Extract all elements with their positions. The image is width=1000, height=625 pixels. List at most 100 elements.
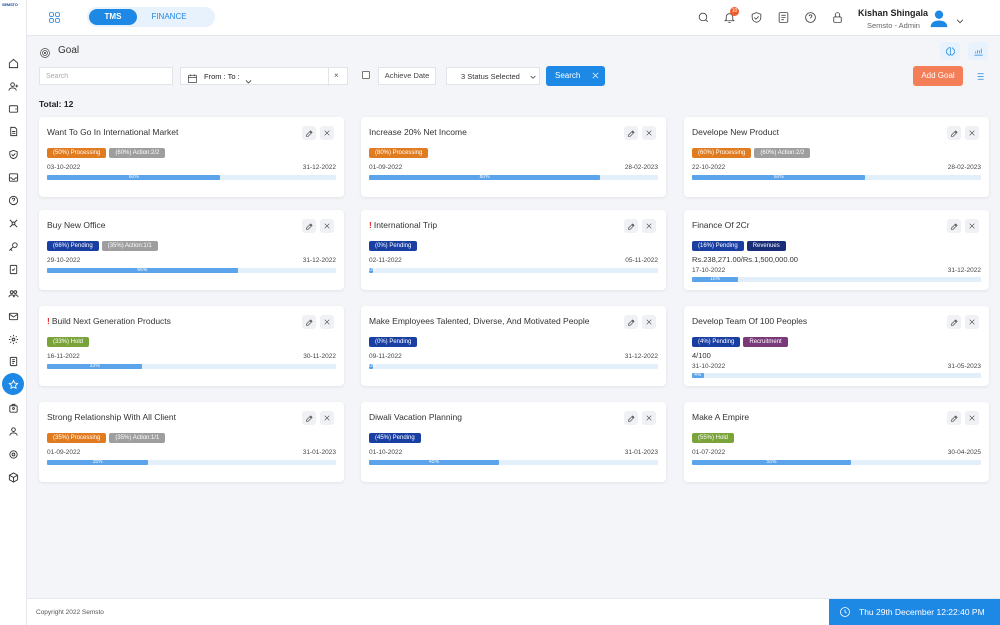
edit-icon[interactable] [947, 411, 961, 425]
goal-title[interactable]: Diwali Vacation Planning [369, 412, 462, 422]
chevron-down-icon[interactable] [955, 13, 965, 24]
bell-icon[interactable]: 10 [721, 7, 739, 25]
search-input[interactable] [39, 67, 173, 85]
goal-card[interactable]: Make Employees Talented, Diverse, And Mo… [361, 306, 666, 386]
progress-bar: 0% [369, 267, 658, 273]
settings-cog-icon[interactable] [5, 331, 21, 347]
box-icon[interactable] [5, 469, 21, 485]
edit-icon[interactable] [302, 411, 316, 425]
goal-card[interactable]: Develope New Product (60%) Processing (60%… [684, 117, 989, 197]
edit-icon[interactable] [624, 411, 638, 425]
goal-title[interactable]: Make Employees Talented, Diverse, And Mo… [369, 316, 590, 326]
search-button[interactable]: Search [546, 66, 605, 86]
start-date: 01-09-2022 [369, 164, 403, 171]
status-select[interactable]: 3 Status Selected [446, 67, 540, 85]
apps-grid-icon[interactable] [48, 11, 61, 24]
progress-label: 0% [369, 363, 377, 369]
gear-icon[interactable] [5, 446, 21, 462]
network-icon[interactable] [5, 215, 21, 231]
shield-icon[interactable] [5, 146, 21, 162]
wallet-icon[interactable] [5, 100, 21, 116]
achieve-date-checkbox[interactable] [362, 71, 370, 79]
shield-check-icon[interactable] [748, 9, 764, 25]
user-add-icon[interactable] [5, 78, 21, 94]
goal-card[interactable]: ! Build Next Generation Products (33%) Hol… [39, 306, 344, 386]
edit-icon[interactable] [947, 219, 961, 233]
edit-icon[interactable] [302, 315, 316, 329]
edit-icon[interactable] [624, 315, 638, 329]
module-tabs: TMS FINANCE [87, 7, 215, 27]
home-icon[interactable] [5, 55, 21, 71]
badge-icon[interactable] [5, 400, 21, 416]
goal-title[interactable]: Develope New Product [692, 127, 779, 137]
team-icon[interactable] [5, 285, 21, 301]
add-goal-button[interactable]: Add Goal [913, 66, 963, 86]
goal-card[interactable]: Finance Of 2Cr (16%) Pending Revenues Rs.23… [684, 210, 989, 290]
status-badge: (16%) Pending [692, 241, 744, 251]
close-icon[interactable] [642, 411, 656, 425]
edit-icon[interactable] [302, 126, 316, 140]
datetime-display: Thu 29th December 12:22:40 PM [829, 599, 1000, 625]
goal-card[interactable]: Buy New Office (66%) Pending (35%) Action:… [39, 210, 344, 290]
goal-title[interactable]: Make A Empire [692, 412, 749, 422]
avatar[interactable] [929, 8, 949, 28]
close-icon[interactable] [965, 126, 979, 140]
goal-card[interactable]: Want To Go In International Market (50%) … [39, 117, 344, 197]
star-icon[interactable] [2, 373, 24, 395]
close-icon[interactable] [965, 219, 979, 233]
notes-icon[interactable] [5, 353, 21, 369]
profile-icon[interactable] [5, 423, 21, 439]
edit-icon[interactable] [947, 126, 961, 140]
chevron-down-icon[interactable] [244, 73, 253, 84]
goal-card[interactable]: Make A Empire (55%) Hold 01-07-2022 30-04-2… [684, 402, 989, 482]
lock-icon[interactable] [829, 9, 845, 25]
close-icon[interactable] [965, 315, 979, 329]
analytics-icon[interactable] [968, 42, 988, 60]
goal-card[interactable]: Strong Relationship With All Client (35%)… [39, 402, 344, 482]
list-view-icon[interactable] [969, 67, 989, 85]
document-icon[interactable] [5, 123, 21, 139]
checklist-icon[interactable] [5, 261, 21, 277]
help-icon[interactable] [5, 192, 21, 208]
goal-title[interactable]: ! International Trip [369, 220, 437, 230]
close-icon[interactable] [320, 126, 334, 140]
close-icon[interactable] [591, 71, 600, 80]
close-icon[interactable] [320, 219, 334, 233]
inbox-icon[interactable] [5, 169, 21, 185]
notes-edit-icon[interactable] [775, 9, 791, 25]
status-badge: (55%) Hold [692, 433, 735, 443]
edit-icon[interactable] [302, 219, 316, 233]
goal-card[interactable]: Develop Team Of 100 Peoples (4%) Pending R… [684, 306, 989, 386]
achieve-date-label[interactable]: Achieve Date [378, 67, 436, 85]
search-icon[interactable] [695, 9, 711, 25]
goal-card[interactable]: Increase 20% Net Income (80%) Processing 0… [361, 117, 666, 197]
mail-icon[interactable] [5, 308, 21, 324]
goal-title[interactable]: Increase 20% Net Income [369, 127, 467, 137]
close-icon[interactable] [965, 411, 979, 425]
progress-bar: 4% [692, 372, 981, 378]
edit-icon[interactable] [624, 126, 638, 140]
close-icon[interactable] [320, 411, 334, 425]
edit-icon[interactable] [624, 219, 638, 233]
tab-tms[interactable]: TMS [89, 9, 137, 25]
date-range-filter[interactable]: From : To : × [180, 67, 348, 86]
help-circle-icon[interactable] [802, 9, 818, 25]
goal-title[interactable]: ! Build Next Generation Products [47, 316, 171, 326]
tab-finance[interactable]: FINANCE [139, 7, 199, 27]
goal-title[interactable]: Develop Team Of 100 Peoples [692, 316, 807, 326]
close-icon[interactable] [642, 219, 656, 233]
goal-card[interactable]: Diwali Vacation Planning (45%) Pending 01-… [361, 402, 666, 482]
page-title: Goal [58, 45, 80, 56]
clear-date-button[interactable]: × [334, 71, 339, 80]
goal-card[interactable]: ! International Trip (0%) Pending 02-11-202… [361, 210, 666, 290]
goal-title[interactable]: Strong Relationship With All Client [47, 412, 176, 422]
brain-icon[interactable] [940, 42, 960, 60]
goal-title[interactable]: Finance Of 2Cr [692, 220, 750, 230]
close-icon[interactable] [320, 315, 334, 329]
goal-title[interactable]: Want To Go In International Market [47, 127, 178, 137]
goal-title[interactable]: Buy New Office [47, 220, 105, 230]
close-icon[interactable] [642, 315, 656, 329]
edit-icon[interactable] [947, 315, 961, 329]
key-icon[interactable] [5, 238, 21, 254]
close-icon[interactable] [642, 126, 656, 140]
